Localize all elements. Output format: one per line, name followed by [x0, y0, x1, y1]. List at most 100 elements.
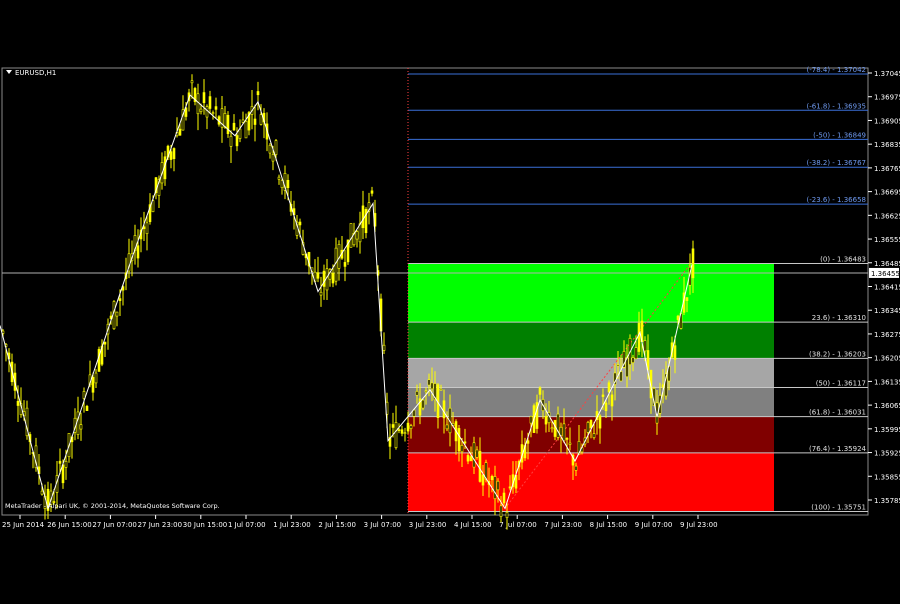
candle-body: [196, 93, 200, 115]
candle-body: [190, 80, 194, 84]
candle-body: [499, 505, 503, 517]
candle-body: [460, 445, 464, 453]
candle-body: [421, 399, 425, 409]
x-tick-label: 26 Jun 15:00: [47, 521, 91, 529]
candle-body: [394, 422, 398, 449]
fib-level-label: (-78.4) - 1.37042: [807, 66, 867, 74]
candle-body: [271, 154, 275, 162]
y-tick-label: 1.36065: [874, 402, 900, 410]
y-tick-label: 1.36345: [874, 307, 900, 315]
candle-body: [178, 128, 182, 136]
candle-body: [604, 402, 608, 412]
candle-body: [286, 179, 290, 189]
candle-body: [565, 437, 569, 440]
candle-body: [169, 151, 173, 160]
candle-body: [406, 422, 410, 432]
candle-body: [382, 344, 386, 351]
x-tick-label: 1 Jul 23:00: [273, 521, 311, 529]
candle-body: [601, 394, 605, 397]
candle-body: [277, 176, 281, 180]
candle-body: [478, 451, 482, 482]
candle-body: [112, 301, 116, 330]
x-tick-label: 4 Jul 15:00: [454, 521, 492, 529]
fib-level-label: (76.4) - 1.35924: [809, 445, 867, 453]
candle-body: [556, 413, 560, 438]
candle-body: [64, 461, 68, 468]
candle-body: [16, 400, 20, 406]
fib-level-label: (0) - 1.36483: [820, 255, 866, 263]
candle-body: [439, 388, 443, 391]
candle-body: [91, 377, 95, 393]
candle-body: [343, 262, 347, 267]
price-chart[interactable]: (-78.4) - 1.37042 (-61.8) - 1.36935 (-50) …: [0, 0, 900, 600]
candle-body: [391, 424, 395, 428]
candle-body: [136, 245, 140, 259]
candle-body: [643, 340, 647, 352]
y-tick-label: 1.35785: [874, 497, 900, 505]
candle-body: [472, 442, 476, 468]
y-tick-label: 1.36695: [874, 189, 900, 197]
candle-body: [496, 480, 500, 491]
x-tick-label: 30 Jun 15:00: [183, 521, 227, 529]
candle-body: [427, 379, 431, 386]
candle-body: [349, 223, 353, 248]
candle-body: [508, 486, 512, 489]
candle-body: [691, 248, 695, 279]
candle-body: [463, 441, 467, 444]
candle-body: [553, 420, 557, 437]
candle-body: [229, 135, 233, 147]
symbol-label[interactable]: EURUSD,H1: [15, 69, 56, 77]
fib-level-label: (-61.8) - 1.36935: [807, 102, 867, 110]
y-tick-label: 1.36485: [874, 260, 900, 268]
y-tick-label: 1.36625: [874, 212, 900, 220]
candle-body: [676, 315, 680, 320]
candle-body: [610, 394, 614, 407]
copyright-footer: MetaTrader - Alpari UK, © 2001-2014, Met…: [5, 502, 220, 510]
candle-body: [526, 440, 530, 444]
x-tick-label: 7 Jul 07:00: [499, 521, 537, 529]
candle-body: [79, 424, 83, 430]
x-tick-label: 27 Jun 23:00: [138, 521, 182, 529]
candle-body: [589, 419, 593, 429]
candle-body: [562, 423, 566, 442]
candle-body: [319, 291, 323, 296]
candle-body: [490, 476, 494, 481]
candle-body: [457, 428, 461, 452]
candle-body: [607, 382, 611, 393]
y-tick-label: 1.36555: [874, 236, 900, 244]
candle-body: [40, 490, 44, 495]
candle-body: [211, 112, 215, 114]
candle-body: [631, 357, 635, 363]
candle-body: [550, 427, 554, 430]
candle-body: [355, 231, 359, 240]
x-tick-label: 3 Jul 07:00: [364, 521, 402, 529]
candle-body: [145, 222, 149, 234]
y-tick-label: 1.36905: [874, 117, 900, 125]
candle-body: [400, 429, 404, 434]
candle-body: [223, 113, 227, 128]
fib-level-label: (100) - 1.35751: [811, 504, 866, 512]
dropdown-triangle-icon[interactable]: [6, 70, 12, 74]
candle-body: [61, 464, 65, 484]
candle-body: [529, 416, 533, 424]
x-tick-label: 27 Jun 07:00: [92, 521, 136, 529]
candle-body: [616, 364, 620, 367]
candle-body: [151, 200, 155, 213]
x-tick-label: 9 Jul 07:00: [635, 521, 673, 529]
candle-body: [403, 432, 407, 434]
candle-body: [370, 190, 374, 194]
candle-body: [493, 476, 497, 499]
candle-body: [253, 118, 257, 125]
candle-body: [442, 400, 446, 419]
candle-body: [298, 221, 302, 226]
candle-body: [274, 140, 278, 155]
candle-body: [619, 371, 623, 382]
candle-body: [94, 372, 98, 384]
candle-body: [409, 425, 413, 429]
candle-body: [322, 270, 326, 287]
candle-body: [235, 135, 239, 147]
y-tick-label: 1.36135: [874, 378, 900, 386]
candle-body: [397, 429, 401, 431]
x-tick-label: 1 Jul 07:00: [228, 521, 266, 529]
x-tick-label: 8 Jul 15:00: [590, 521, 628, 529]
